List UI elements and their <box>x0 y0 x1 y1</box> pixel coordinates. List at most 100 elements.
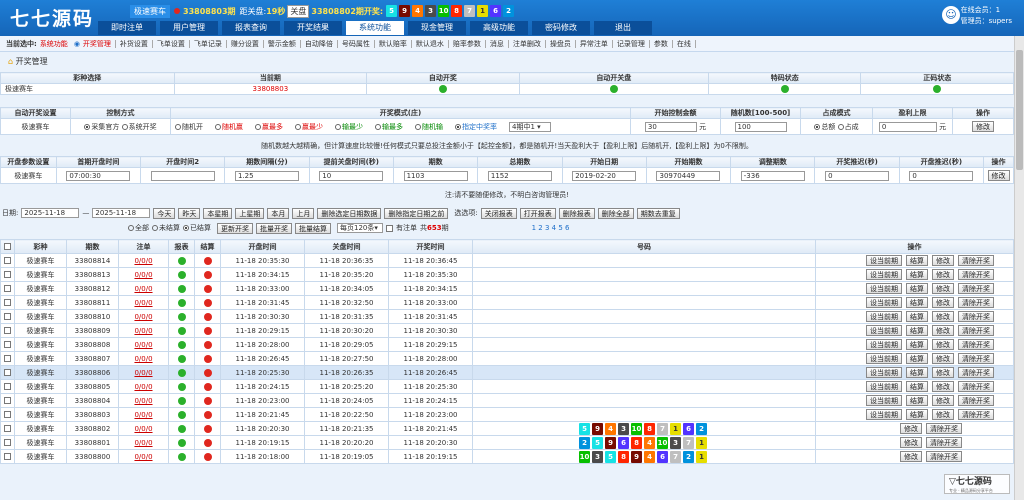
bet-link[interactable]: 0/0/0 <box>134 271 152 279</box>
row-checkbox[interactable] <box>4 257 11 264</box>
date-button[interactable]: 今天 <box>153 207 176 219</box>
settle-status-icon[interactable] <box>203 340 212 349</box>
edit-auto-draw-button[interactable]: 修改 <box>972 121 994 132</box>
nav-item-8[interactable]: 退出 <box>594 21 652 35</box>
row-action-button[interactable]: 清除开奖 <box>926 451 962 462</box>
row-action-button[interactable]: 清除开奖 <box>958 395 994 406</box>
report-status-icon[interactable] <box>177 270 186 279</box>
sub-nav-item[interactable]: 警示金额 <box>267 39 301 48</box>
row-action-button[interactable]: 设当前期 <box>866 395 902 406</box>
bet-link[interactable]: 0/0/0 <box>134 299 152 307</box>
batch-button[interactable]: 批量开奖 <box>256 222 292 234</box>
row-action-button[interactable]: 修改 <box>932 269 954 280</box>
row-action-button[interactable]: 修改 <box>932 367 954 378</box>
bet-link[interactable]: 0/0/0 <box>134 453 152 461</box>
date-button[interactable]: 删除指定日期之前 <box>384 207 449 219</box>
row-checkbox[interactable] <box>4 299 11 306</box>
vertical-scrollbar[interactable] <box>1014 36 1024 500</box>
date-button[interactable]: 本星期 <box>203 207 233 219</box>
report-status-icon[interactable] <box>177 438 186 447</box>
report-status-icon[interactable] <box>177 410 186 419</box>
random-number-input[interactable]: 100 <box>734 121 787 132</box>
bet-link[interactable]: 0/0/0 <box>134 285 152 293</box>
bet-link[interactable]: 0/0/0 <box>134 397 152 405</box>
draw-mode-radio[interactable] <box>255 123 261 130</box>
row-action-button[interactable]: 修改 <box>900 423 922 434</box>
has-bets-checkbox[interactable] <box>386 224 393 232</box>
nav-item-2[interactable]: 报表查询 <box>222 21 280 35</box>
row-action-button[interactable]: 清除开奖 <box>958 325 994 336</box>
profit-limit-input[interactable]: 0 <box>878 121 937 132</box>
row-action-button[interactable]: 设当前期 <box>866 269 902 280</box>
per-page-select[interactable]: 每页120条▾ <box>337 223 383 233</box>
row-action-button[interactable]: 结算 <box>906 255 928 266</box>
date-button[interactable]: 删除选定日期数据 <box>317 207 382 219</box>
draw-mode-radio[interactable] <box>215 123 221 130</box>
report-status-icon[interactable] <box>177 284 186 293</box>
report-status-icon[interactable] <box>177 382 186 391</box>
settle-status-icon[interactable] <box>203 424 212 433</box>
bet-link[interactable]: 0/0/0 <box>134 341 152 349</box>
row-action-button[interactable]: 清除开奖 <box>926 423 962 434</box>
row-checkbox[interactable] <box>4 411 11 418</box>
row-action-button[interactable]: 结算 <box>906 269 928 280</box>
row-action-button[interactable]: 结算 <box>906 339 928 350</box>
row-action-button[interactable]: 修改 <box>932 353 954 364</box>
row-action-button[interactable]: 清除开奖 <box>958 283 994 294</box>
row-action-button[interactable]: 结算 <box>906 409 928 420</box>
normal-status-icon[interactable] <box>933 85 942 93</box>
sub-nav-item[interactable]: 操盘员 <box>549 39 576 48</box>
report-status-icon[interactable] <box>177 368 186 377</box>
row-action-button[interactable]: 修改 <box>932 409 954 420</box>
settle-status-icon[interactable] <box>203 410 212 419</box>
batch-button[interactable]: 更新开奖 <box>217 222 253 234</box>
row-checkbox[interactable] <box>4 313 11 320</box>
row-action-button[interactable]: 结算 <box>906 353 928 364</box>
row-action-button[interactable]: 结算 <box>906 395 928 406</box>
report-button[interactable]: 删除报表 <box>558 207 595 219</box>
row-checkbox[interactable] <box>4 453 11 460</box>
edit-params-button[interactable]: 修改 <box>987 170 1010 181</box>
param-input[interactable]: 0 <box>909 170 974 181</box>
sub-nav-item[interactable]: 在线 <box>676 39 696 48</box>
sub-nav-item[interactable]: 补货设置 <box>119 39 153 48</box>
bet-link[interactable]: 0/0/0 <box>134 425 152 433</box>
bet-link[interactable]: 0/0/0 <box>134 355 152 363</box>
row-checkbox[interactable] <box>4 439 11 446</box>
row-action-button[interactable]: 修改 <box>900 451 922 462</box>
radio-official[interactable] <box>84 123 91 130</box>
date-button[interactable]: 本月 <box>267 207 290 219</box>
report-status-icon[interactable] <box>177 256 186 265</box>
radio-system[interactable] <box>121 123 128 130</box>
row-checkbox[interactable] <box>4 369 11 376</box>
param-input[interactable] <box>150 170 215 181</box>
row-action-button[interactable]: 修改 <box>932 339 954 350</box>
row-action-button[interactable]: 结算 <box>906 297 928 308</box>
param-input[interactable]: 2019-02-20 <box>572 170 637 181</box>
settle-status-icon[interactable] <box>203 382 212 391</box>
nav-item-6[interactable]: 高级功能 <box>470 21 528 35</box>
sub-nav-item[interactable]: 自动降倍 <box>304 39 338 48</box>
report-button[interactable]: 期数去重复 <box>636 207 680 219</box>
row-action-button[interactable]: 清除开奖 <box>958 311 994 322</box>
param-input[interactable]: 07:00:30 <box>66 170 131 181</box>
row-action-button[interactable]: 清除开奖 <box>958 269 994 280</box>
row-action-button[interactable]: 设当前期 <box>866 297 902 308</box>
draw-mode-radio[interactable] <box>455 123 461 130</box>
sub-nav-item[interactable]: 飞单记录 <box>193 39 227 48</box>
scroll-thumb[interactable] <box>1016 50 1023 170</box>
nav-item-5[interactable]: 现金管理 <box>408 21 466 35</box>
settle-status-icon[interactable] <box>203 298 212 307</box>
row-action-button[interactable]: 修改 <box>932 283 954 294</box>
sub-nav-item[interactable]: 赔率参数 <box>452 39 486 48</box>
row-checkbox[interactable] <box>4 271 11 278</box>
settle-status-icon[interactable] <box>203 326 212 335</box>
report-status-icon[interactable] <box>177 340 186 349</box>
radio-share[interactable] <box>837 123 844 130</box>
row-action-button[interactable]: 修改 <box>932 395 954 406</box>
row-action-button[interactable]: 修改 <box>932 255 954 266</box>
nav-item-3[interactable]: 开奖结果 <box>284 21 342 35</box>
report-status-icon[interactable] <box>177 452 186 461</box>
row-action-button[interactable]: 设当前期 <box>866 311 902 322</box>
settle-status-icon[interactable] <box>203 284 212 293</box>
